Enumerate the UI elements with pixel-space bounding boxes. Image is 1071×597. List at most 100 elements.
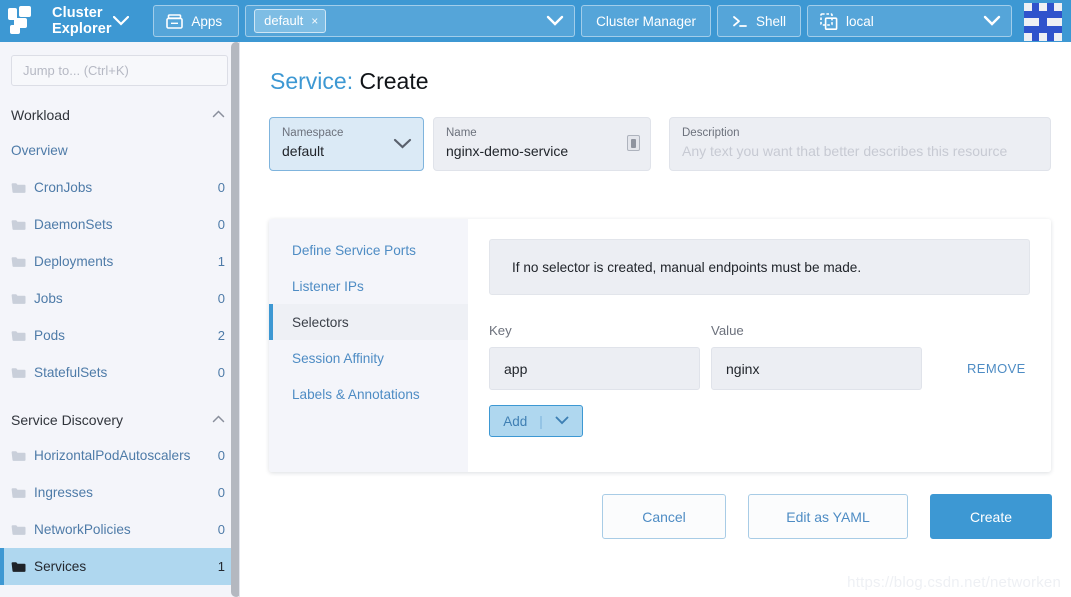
sidebar-group-header[interactable]: Workload	[0, 98, 239, 132]
value-column-header: Value	[711, 323, 744, 338]
avatar-pixel	[1024, 10, 1032, 19]
avatar-pixel	[1039, 25, 1047, 34]
selector-info-text: If no selector is created, manual endpoi…	[512, 259, 862, 275]
sidebar-group-title: Workload	[11, 107, 70, 123]
namespace-chip[interactable]: default ×	[254, 9, 327, 33]
brand-cluster-explorer[interactable]: Cluster Explorer	[0, 0, 144, 42]
name-tag-icon	[627, 135, 640, 151]
key-value-headers: Key Value	[489, 323, 1030, 338]
folder-icon	[11, 367, 28, 379]
apps-label: Apps	[191, 13, 223, 29]
cluster-manager-button[interactable]: Cluster Manager	[581, 5, 711, 37]
tab-define-service-ports[interactable]: Define Service Ports	[269, 232, 468, 268]
close-icon[interactable]: ×	[311, 14, 318, 28]
apps-button[interactable]: Apps	[153, 5, 240, 37]
app-root: Cluster Explorer Apps default × Cluster …	[0, 0, 1071, 597]
sidebar-item-count: 1	[217, 559, 225, 574]
namespace-chip-label: default	[264, 13, 304, 28]
cluster-icon	[820, 12, 838, 30]
add-button-separator: |	[539, 413, 543, 429]
tab-session-affinity[interactable]: Session Affinity	[269, 340, 468, 376]
namespace-select-field[interactable]: Namespace default	[269, 117, 424, 171]
sidebar-item-label: StatefulSets	[34, 365, 108, 380]
namespace-field-label: Namespace	[282, 127, 344, 139]
sidebar-group-header[interactable]: Service Discovery	[0, 403, 239, 437]
chevron-down-icon[interactable]	[393, 136, 412, 152]
avatar-pixel	[1024, 33, 1032, 41]
folder-icon	[11, 182, 28, 194]
add-button-label: Add	[503, 413, 528, 429]
top-nav-buttons: Apps default × Cluster Manager Shell loc…	[143, 0, 1071, 42]
cancel-button[interactable]: Cancel	[602, 494, 726, 539]
tab-label: Labels & Annotations	[292, 386, 420, 402]
description-input-field[interactable]: Description Any text you want that bette…	[669, 117, 1051, 171]
create-label: Create	[969, 508, 1013, 525]
name-input-field[interactable]: Name nginx-demo-service	[433, 117, 651, 171]
cluster-select[interactable]: local	[807, 5, 1012, 37]
add-selector-button[interactable]: Add |	[489, 405, 583, 437]
form-action-buttons: Cancel Edit as YAML Create	[241, 494, 1071, 539]
terminal-icon	[732, 15, 748, 28]
selector-value-input[interactable]: nginx	[711, 347, 922, 390]
sidebar-item-statefulsets[interactable]: StatefulSets 0	[0, 354, 239, 391]
sidebar-item-services[interactable]: Services 1	[0, 548, 239, 585]
card-tab-list: Define Service Ports Listener IPs Selector…	[269, 219, 468, 472]
avatar-pixel	[1024, 25, 1032, 34]
sidebar-item-horizontalpodautoscalers[interactable]: HorizontalPodAutoscalers 0	[0, 437, 239, 474]
sidebar-scrollbar[interactable]	[231, 42, 239, 597]
tab-selectors[interactable]: Selectors	[269, 304, 468, 340]
sidebar-item-label: NetworkPolicies	[34, 522, 131, 537]
tab-label: Define Service Ports	[292, 242, 416, 258]
rancher-logo-icon	[6, 6, 40, 36]
selector-info-banner: If no selector is created, manual endpoi…	[489, 239, 1030, 295]
selector-row: app nginx REMOVE	[489, 347, 1030, 390]
sidebar-item-count: 0	[217, 448, 225, 463]
sidebar-item-count: 0	[217, 217, 225, 232]
avatar-pixel	[1039, 33, 1047, 41]
avatar-pixel	[1046, 18, 1055, 26]
sidebar-item-daemonsets[interactable]: DaemonSets 0	[0, 206, 239, 243]
chevron-down-icon[interactable]	[555, 414, 569, 428]
tab-label: Selectors	[292, 314, 349, 330]
chevron-down-icon[interactable]	[983, 14, 1001, 29]
remove-selector-button[interactable]: REMOVE	[967, 361, 1026, 376]
sidebar-item-overview[interactable]: Overview	[0, 132, 239, 169]
sidebar-item-pods[interactable]: Pods 2	[0, 317, 239, 354]
namespace-field-value: default	[282, 143, 325, 159]
selector-key-input[interactable]: app	[489, 347, 700, 390]
chevron-down-icon[interactable]	[546, 13, 564, 29]
avatar-pixel	[1031, 3, 1040, 11]
tab-labels-annotations[interactable]: Labels & Annotations	[269, 376, 468, 412]
avatar-pixel	[1039, 10, 1047, 19]
chevron-up-icon[interactable]	[212, 109, 225, 121]
apps-icon	[166, 13, 184, 29]
sidebar-item-label: CronJobs	[34, 180, 93, 195]
sidebar-item-ingresses[interactable]: Ingresses 0	[0, 474, 239, 511]
name-field-label: Name	[446, 127, 477, 139]
namespace-filter-select[interactable]: default ×	[245, 5, 576, 37]
avatar-pixel	[1046, 3, 1055, 11]
sidebar-item-label: Pods	[34, 328, 65, 343]
tab-listener-ips[interactable]: Listener IPs	[269, 268, 468, 304]
tab-label: Session Affinity	[292, 350, 384, 366]
user-avatar[interactable]	[1024, 3, 1062, 41]
cluster-name-label: local	[846, 13, 874, 29]
edit-as-yaml-button[interactable]: Edit as YAML	[748, 494, 908, 539]
sidebar-item-networkpolicies[interactable]: NetworkPolicies 0	[0, 511, 239, 548]
folder-icon	[11, 487, 28, 499]
folder-icon	[11, 293, 28, 305]
chevron-down-icon[interactable]	[113, 14, 130, 29]
sidebar-item-label: DaemonSets	[34, 217, 113, 232]
description-field-placeholder: Any text you want that better describes …	[682, 143, 1008, 159]
avatar-pixel	[1031, 18, 1040, 26]
sidebar-item-jobs[interactable]: Jobs 0	[0, 280, 239, 317]
shell-button[interactable]: Shell	[716, 5, 801, 37]
jump-to-search-input[interactable]: Jump to... (Ctrl+K)	[11, 55, 228, 86]
main-content: Service: Create Namespace default Name n…	[241, 42, 1071, 597]
sidebar-item-cronjobs[interactable]: CronJobs 0	[0, 169, 239, 206]
create-button[interactable]: Create	[930, 494, 1052, 539]
avatar-pixel	[1046, 10, 1055, 19]
sidebar-item-label: Ingresses	[34, 485, 93, 500]
chevron-up-icon[interactable]	[212, 414, 225, 426]
sidebar-item-deployments[interactable]: Deployments 1	[0, 243, 239, 280]
